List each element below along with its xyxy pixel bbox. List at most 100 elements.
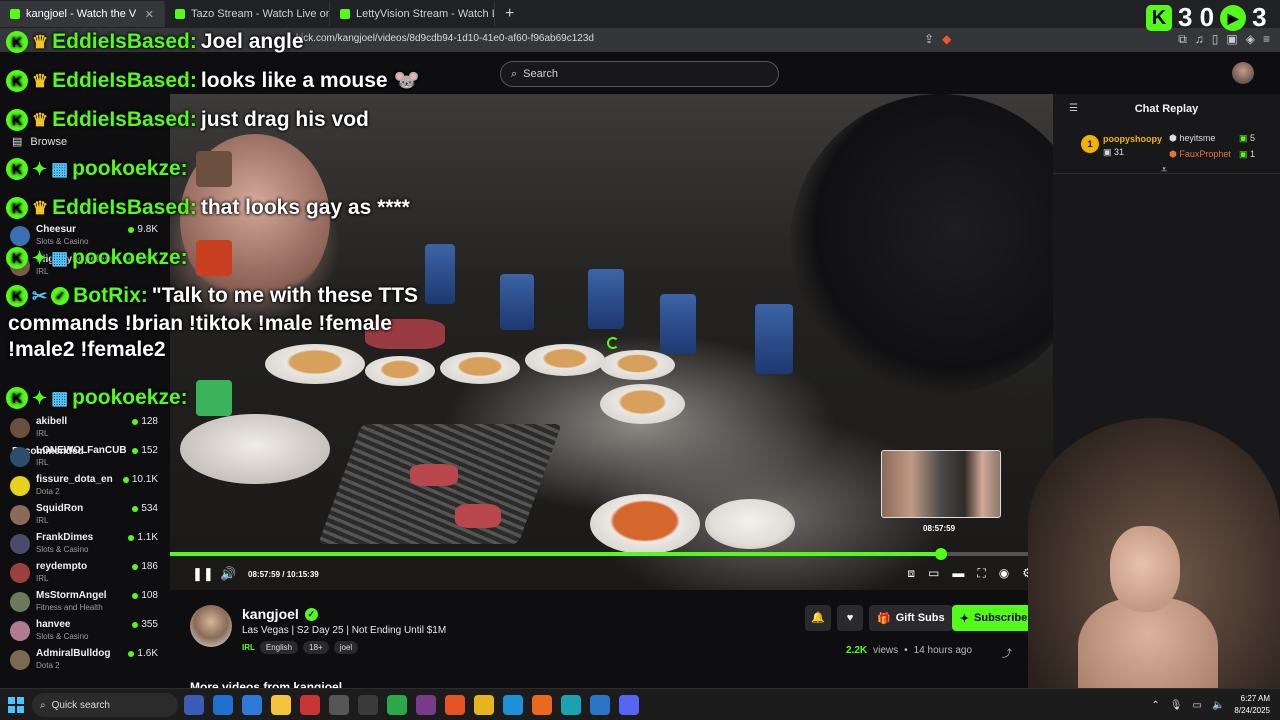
sidebar-channel[interactable]: FrankDimes Slots & Casino 1.1K	[10, 532, 160, 560]
sidebar-channel[interactable]: fissure_dota_en Dota 2 10.1K	[10, 474, 160, 502]
overlay-username: pookoekze:	[72, 157, 188, 180]
extensions-icon[interactable]: ⧉	[1178, 32, 1187, 47]
streamer-name[interactable]: kangjoel ✓	[242, 606, 318, 622]
brave-icon[interactable]	[445, 695, 465, 715]
chevron-up-icon[interactable]: ⌃	[1151, 700, 1159, 711]
video-bowl	[440, 352, 520, 384]
subscribe-button[interactable]: ✦ Subscribe	[952, 605, 1035, 631]
verified-icon: ✓	[304, 607, 318, 621]
edge-icon[interactable]	[503, 695, 523, 715]
chrome-icon[interactable]	[474, 695, 494, 715]
miniplayer-icon[interactable]: ⧈	[907, 566, 915, 581]
gift-subs-button[interactable]: 🎁 Gift Subs	[869, 605, 953, 631]
clip-icon[interactable]: ▭	[928, 566, 939, 581]
video-player[interactable]: 08:57:59 ❚❚ 🔊 08:57:59 / 10:15:39 ⧈ ▭ ▬ …	[170, 94, 1053, 590]
seek-preview-time: 08:57:59	[923, 524, 956, 533]
tab-lettyvision[interactable]: LettyVision Stream - Watch Live on K	[330, 1, 495, 27]
volume-icon[interactable]: 🔊	[220, 566, 236, 582]
share-icon[interactable]: ⇪	[924, 32, 934, 46]
viewer-count: 108	[132, 590, 158, 601]
gifter-name[interactable]: ⬢ heyitsme	[1169, 133, 1215, 144]
notification-bell-button[interactable]: 🔔	[805, 605, 831, 631]
menu-icon[interactable]: ≡	[1263, 32, 1270, 47]
wallet-icon[interactable]: ▣	[1226, 32, 1237, 47]
app-icon[interactable]	[329, 695, 349, 715]
overlay-username: EddieIsBased:	[52, 108, 197, 131]
expand-gifters-icon[interactable]: ⩡	[1161, 164, 1167, 177]
avatar	[10, 592, 30, 612]
channel-category: IRL	[36, 458, 49, 467]
share-icon[interactable]: ⤴	[1002, 645, 1012, 660]
progress-bar[interactable]	[170, 548, 1053, 560]
url-field[interactable]: kick.com/kangjoel/videos/8d9cdb94-1d10-4…	[296, 33, 594, 44]
progress-knob[interactable]	[934, 548, 947, 560]
gifter-name[interactable]: poopyshoopy	[1103, 134, 1162, 144]
firefox-icon[interactable]	[532, 695, 552, 715]
video-cup	[500, 274, 534, 330]
pause-icon[interactable]: ❚❚	[192, 566, 214, 582]
network-icon[interactable]: ▭	[1193, 700, 1202, 711]
tag[interactable]: English	[259, 641, 299, 654]
video-plate	[180, 414, 330, 484]
search-input[interactable]: ⌕ Search	[500, 61, 779, 87]
user-avatar[interactable]	[1232, 62, 1254, 84]
app-icon[interactable]	[358, 695, 378, 715]
app-icon[interactable]	[242, 695, 262, 715]
channel-name: akibell	[36, 416, 68, 427]
sidebar-channel[interactable]: MsStormAngel Fitness and Health 108	[10, 590, 160, 618]
sidebar-icon[interactable]: ▯	[1212, 32, 1219, 47]
sidebar-channel[interactable]: AdmiralBulldog Dota 2 1.6K	[10, 648, 160, 676]
vpn-icon[interactable]: ◈	[1246, 32, 1255, 47]
viewer-count: 128	[132, 416, 158, 427]
close-icon[interactable]: ✕	[145, 8, 154, 21]
app-icon[interactable]	[300, 695, 320, 715]
taskbar-apps	[184, 695, 639, 715]
clock-date: 8/24/2025	[1234, 706, 1270, 715]
music-icon[interactable]: ♫	[1195, 32, 1204, 47]
kick-badge-icon: K	[6, 158, 28, 180]
tag[interactable]: 18+	[303, 641, 329, 654]
vod-age: 14 hours ago	[913, 645, 973, 656]
sidebar-channel[interactable]: SquidRon IRL 534	[10, 503, 160, 531]
microphone-icon[interactable]: 🎙	[1170, 700, 1183, 711]
tag[interactable]: joel	[333, 641, 359, 654]
emote-icon	[195, 240, 232, 276]
app-icon[interactable]	[561, 695, 581, 715]
channel-name: reydempto	[36, 561, 88, 572]
discord-icon[interactable]	[619, 695, 639, 715]
overlay-message: looks like a mouse 🐭	[200, 69, 420, 92]
speed-icon[interactable]: ◉	[999, 566, 1009, 581]
tag-list: IRL English 18+ joel	[242, 641, 359, 654]
windows-start-icon[interactable]	[8, 697, 24, 713]
viewer-count: 534	[132, 503, 158, 514]
gifter-name[interactable]: ⬢ FauxProphet	[1169, 149, 1231, 160]
theater-mode-icon[interactable]: ▬	[952, 566, 964, 581]
category-link[interactable]: IRL	[242, 643, 255, 652]
quick-search[interactable]: ⌕ Quick search	[32, 693, 178, 717]
fullscreen-icon[interactable]: ⛶	[977, 566, 985, 581]
video-bowl	[600, 350, 675, 380]
sidebar-channel[interactable]: akibell IRL 128	[10, 416, 160, 444]
clock[interactable]: 6:27 AM 8/24/2025	[1234, 693, 1270, 717]
streamer-avatar[interactable]	[190, 605, 232, 647]
browse-link[interactable]: ▤ Browse	[12, 135, 68, 149]
app-icon[interactable]	[416, 695, 436, 715]
follow-heart-button[interactable]: ♥	[837, 605, 863, 631]
tab-tazo[interactable]: Tazo Stream - Watch Live on Kick	[165, 1, 330, 27]
app-icon[interactable]	[387, 695, 407, 715]
app-icon[interactable]	[213, 695, 233, 715]
sidebar-channel[interactable]: LONEWOLFanCUB IRL 152	[10, 445, 160, 473]
app-icon[interactable]	[184, 695, 204, 715]
file-explorer-icon[interactable]	[271, 695, 291, 715]
tab-kangjoel[interactable]: kangjoel - Watch the V ✕	[0, 1, 165, 27]
sidebar-channel[interactable]: reydempto IRL 186	[10, 561, 160, 589]
video-cup	[425, 244, 455, 304]
vscode-icon[interactable]	[590, 695, 610, 715]
speaker-icon[interactable]: 🔈	[1212, 700, 1224, 711]
brave-shield-icon[interactable]: ◆	[942, 32, 951, 46]
sidebar-channel[interactable]: hanvee Slots & Casino 355	[10, 619, 160, 647]
search-icon: ⌕	[40, 699, 46, 711]
new-tab-button[interactable]: +	[495, 5, 524, 23]
browse-label: Browse	[30, 135, 68, 148]
channel-category: Dota 2	[36, 487, 60, 496]
